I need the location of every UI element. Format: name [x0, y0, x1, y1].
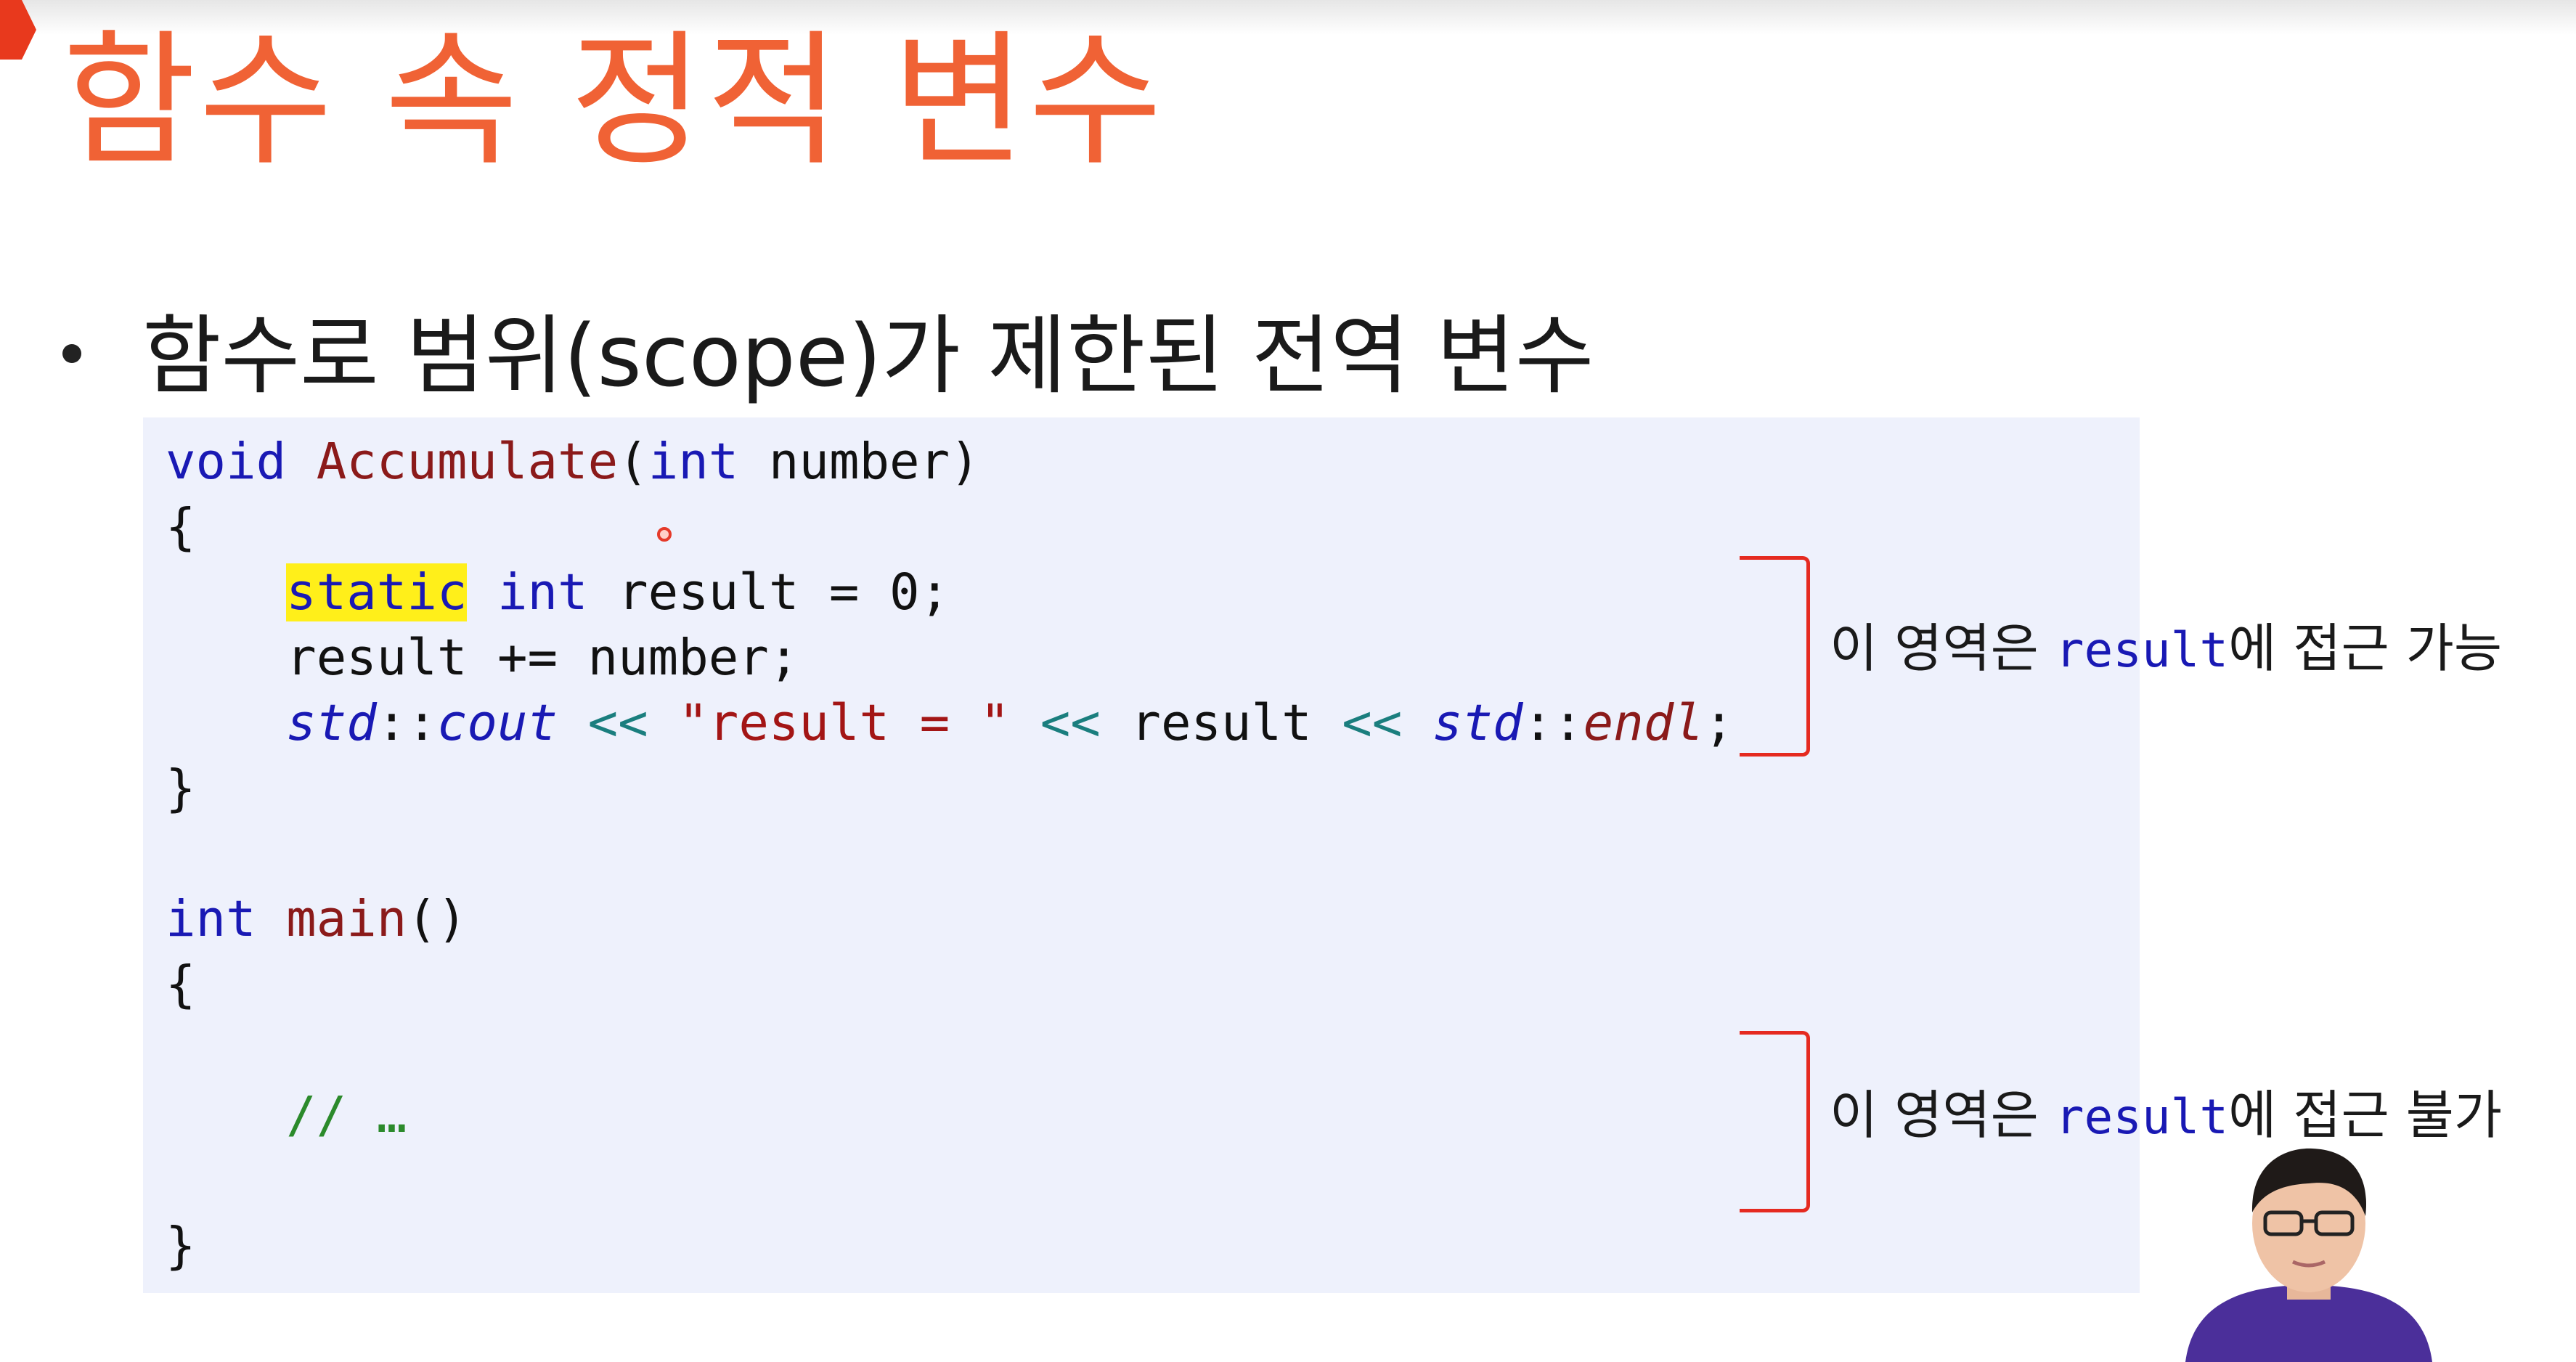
code-line-3: static int result = 0;: [166, 563, 950, 621]
note-variable: result: [2055, 1089, 2229, 1145]
code-line-11: // …: [166, 1086, 407, 1144]
code-line-6: }: [166, 759, 196, 817]
slide-title: 함수 속 정적 변수: [62, 17, 1165, 186]
semicolon: ;: [1703, 694, 1735, 752]
code-line-8: int main(): [166, 890, 467, 948]
identifier-endl: endl: [1583, 694, 1704, 752]
keyword-static-highlighted: static: [286, 563, 468, 621]
note-prefix: 이 영역은: [1830, 1085, 2055, 1146]
code-comment: // …: [286, 1086, 407, 1144]
code-line-1: void Accumulate(int number): [166, 433, 980, 491]
note-accessible: 이 영역은 result에 접근 가능: [1830, 612, 2502, 685]
keyword-int: int: [648, 433, 739, 491]
bracket-inaccessible-region: [1740, 1031, 1810, 1212]
code-block: [143, 417, 2140, 1293]
code-line-13: }: [166, 1217, 196, 1275]
bullet-dot-icon: [62, 344, 81, 363]
note-suffix: 에 접근 불가: [2228, 1085, 2503, 1146]
pointer-cursor-icon: [657, 527, 672, 542]
bullet-text: 함수로 범위(scope)가 제한된 전역 변수: [142, 306, 1594, 406]
code-line-5: std::cout << "result = " << result << st…: [166, 694, 1734, 752]
keyword-int: int: [497, 563, 588, 621]
scope-sep: ::: [376, 694, 437, 752]
result-init: result = 0;: [618, 563, 950, 621]
scope-sep: ::: [1523, 694, 1583, 752]
stream-operator: <<: [587, 694, 648, 752]
note-variable: result: [2055, 622, 2229, 678]
open-paren: (: [618, 433, 648, 491]
namespace-std: std: [1432, 694, 1523, 752]
identifier-result: result: [1130, 694, 1312, 752]
string-literal: "result = ": [678, 694, 1011, 752]
code-line-4: result += number;: [166, 629, 799, 687]
parens: (): [407, 890, 468, 948]
keyword-int: int: [166, 890, 256, 948]
bracket-accessible-region: [1740, 556, 1810, 757]
code-line-2: {: [166, 498, 196, 556]
stream-operator: <<: [1040, 694, 1101, 752]
namespace-std: std: [286, 694, 377, 752]
code-line-9: {: [166, 955, 196, 1014]
param-number: number): [768, 433, 980, 491]
note-prefix: 이 영역은: [1830, 618, 2055, 679]
function-name-accumulate: Accumulate: [316, 433, 619, 491]
presenter-webcam: [2185, 1148, 2432, 1362]
identifier-cout: cout: [436, 694, 558, 752]
note-suffix: 에 접근 가능: [2228, 618, 2503, 679]
keyword-void: void: [166, 433, 287, 491]
stream-operator: <<: [1342, 694, 1403, 752]
function-name-main: main: [286, 890, 407, 948]
